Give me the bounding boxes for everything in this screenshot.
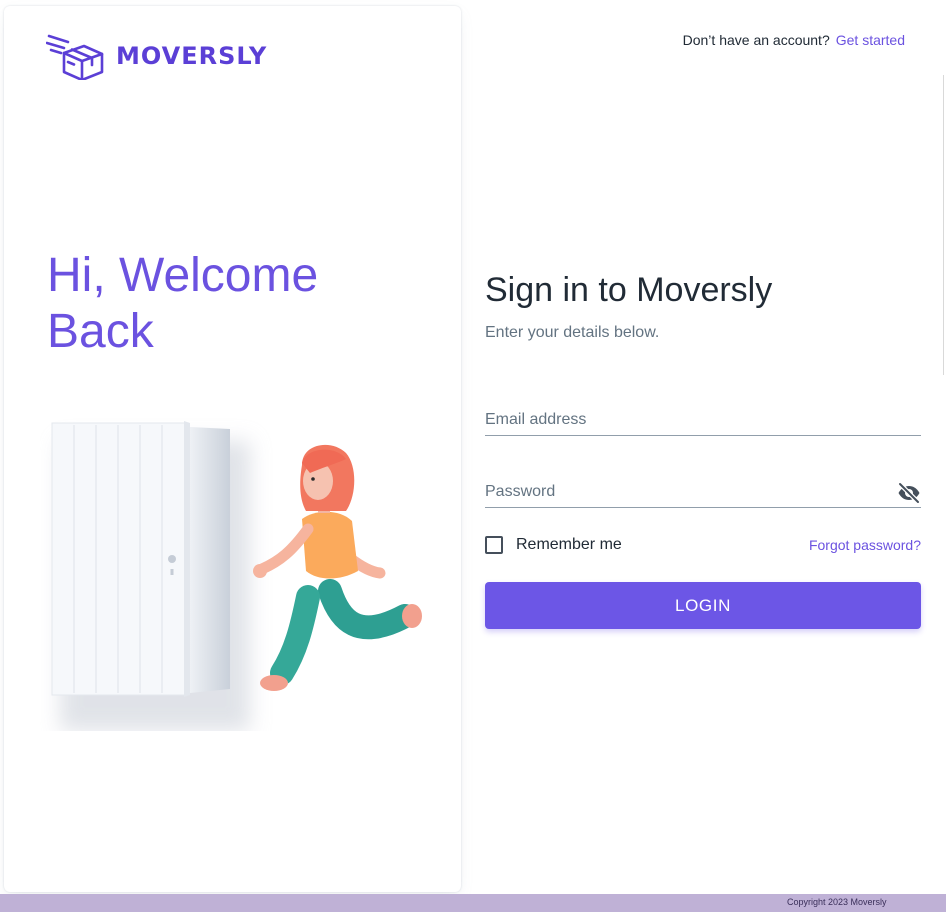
sign-in-form: Sign in to Moversly Enter your details b… (485, 268, 921, 629)
remember-row: Remember me Forgot password? (485, 532, 921, 558)
eye-off-icon[interactable] (897, 481, 921, 505)
copyright-text: Copyright 2023 Moversly (787, 897, 887, 907)
form-title: Sign in to Moversly (485, 271, 773, 309)
signup-prompt-text: Don’t have an account? (682, 32, 830, 48)
welcome-heading: Hi, Welcome Back (47, 249, 319, 358)
email-input[interactable] (485, 396, 921, 435)
footer: Copyright 2023 Moversly (0, 894, 946, 912)
get-started-link[interactable]: Get started (836, 32, 905, 48)
form-subtitle: Enter your details below. (485, 324, 660, 341)
remember-me-label: Remember me (516, 536, 622, 553)
password-field (485, 468, 921, 508)
login-button[interactable]: LOGIN (485, 582, 921, 629)
welcome-panel: MOVERSLY Hi, Welcome Back (4, 6, 461, 892)
password-input[interactable] (485, 468, 921, 507)
logo[interactable]: MOVERSLY (46, 32, 267, 80)
forgot-password-link[interactable]: Forgot password? (809, 537, 921, 553)
remember-me-checkbox[interactable]: Remember me (485, 536, 622, 554)
signup-prompt: Don’t have an account? Get started (683, 32, 905, 48)
window-edge (943, 75, 944, 375)
checkbox-box[interactable] (485, 536, 503, 554)
moving-box-icon (46, 34, 104, 80)
email-field (485, 396, 921, 436)
brand-name: MOVERSLY (116, 42, 268, 70)
door-running-girl-illustration (51, 421, 422, 731)
